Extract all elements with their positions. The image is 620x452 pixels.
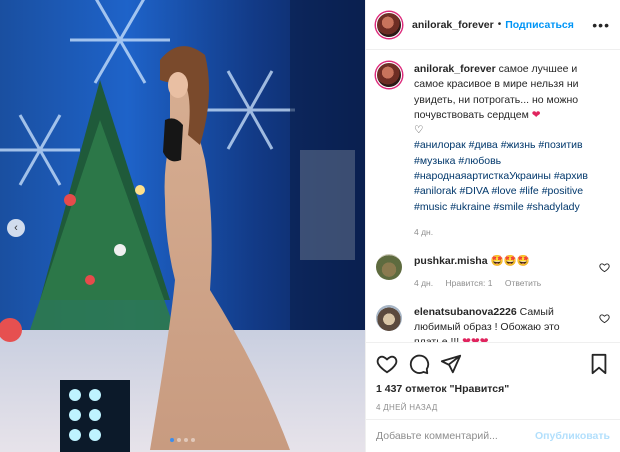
caption-username[interactable]: anilorak_forever — [414, 63, 496, 75]
comment-username[interactable]: elenatsubanova2226 — [414, 306, 517, 318]
hashtags: #анилорак #дива #жизнь #позитив #музыка … — [414, 139, 588, 212]
avatar[interactable] — [376, 11, 402, 38]
hashtag-link[interactable]: #music — [414, 201, 447, 213]
chevron-left-icon: ‹ — [14, 221, 18, 234]
hashtag-link[interactable]: #жизнь — [501, 139, 536, 151]
heart-icon[interactable] — [599, 313, 610, 324]
header-username[interactable]: anilorak_forever — [412, 19, 494, 31]
avatar[interactable] — [376, 304, 402, 331]
comment-item: pushkar.misha 🤩🤩🤩 4 дн. Нравится: 1 Отве… — [376, 254, 610, 291]
hashtag-link[interactable]: #smile — [493, 201, 523, 213]
share-icon[interactable] — [440, 353, 462, 375]
post-photo[interactable]: ‹ — [0, 0, 365, 452]
like-icon[interactable] — [376, 353, 398, 375]
likes-count[interactable]: 1 437 отметок "Нравится" — [376, 383, 610, 395]
hashtag-link[interactable]: #позитив — [538, 139, 582, 151]
hashtag-link[interactable]: #positive — [542, 185, 583, 197]
hashtag-link[interactable]: #дива — [469, 139, 498, 151]
carousel-dot — [170, 438, 174, 442]
heart-emoji: ❤ — [531, 108, 541, 121]
hashtag-link[interactable]: #shadylady — [527, 201, 580, 213]
bookmark-icon[interactable] — [588, 353, 610, 375]
post-details: anilorak_forever • Подписаться ••• anilo… — [365, 0, 620, 452]
header-separator: • — [497, 19, 502, 30]
carousel-dot — [184, 438, 188, 442]
comment-item: elenatsubanova2226 Самый любимый образ !… — [376, 304, 610, 342]
caption-line2: ♡ — [414, 124, 424, 137]
comment-username[interactable]: pushkar.misha — [414, 255, 488, 267]
post-date[interactable]: 4 ДНЕЙ НАЗАД — [376, 403, 610, 412]
caption-row: anilorak_forever самое лучшее и самое кр… — [376, 62, 610, 240]
comments-list[interactable]: anilorak_forever самое лучшее и самое кр… — [366, 50, 620, 342]
photo-image — [0, 0, 365, 452]
comment-icon[interactable] — [408, 353, 430, 375]
more-icon[interactable]: ••• — [592, 17, 610, 33]
hashtag-link[interactable]: #anilorak — [414, 185, 457, 197]
reply-button[interactable]: Ответить — [505, 278, 541, 288]
comment-likes[interactable]: Нравится: 1 — [445, 278, 492, 288]
hashtag-link[interactable]: #ukraine — [450, 201, 490, 213]
comment-input[interactable] — [376, 430, 536, 442]
avatar[interactable] — [376, 62, 402, 88]
hashtag-link[interactable]: #DIVA — [460, 185, 489, 197]
comment-time[interactable]: 4 дн. — [414, 278, 433, 288]
post-comment-button[interactable]: Опубликовать — [535, 430, 610, 442]
caption-time[interactable]: 4 дн. — [414, 227, 433, 237]
hashtag-link[interactable]: #музыка — [414, 155, 455, 167]
carousel-dots — [0, 438, 365, 442]
hashtag-link[interactable]: #love — [491, 185, 516, 197]
add-comment-bar: Опубликовать — [366, 419, 620, 452]
heart-icon[interactable] — [599, 262, 610, 273]
hashtag-link[interactable]: #любовь — [458, 155, 501, 167]
carousel-prev-button[interactable]: ‹ — [7, 219, 25, 237]
hashtag-link[interactable]: #анилорак — [414, 139, 466, 151]
hashtag-link[interactable]: #life — [520, 185, 539, 197]
actions-bar: 1 437 отметок "Нравится" 4 ДНЕЙ НАЗАД — [366, 342, 620, 412]
comment-text: 🤩🤩🤩 — [490, 255, 530, 268]
carousel-dot — [177, 438, 181, 442]
hashtag-link[interactable]: #архив — [554, 170, 588, 182]
instagram-post: ‹ anilorak_forever • Подписаться ••• ani… — [0, 0, 620, 452]
follow-button[interactable]: Подписаться — [505, 19, 574, 31]
carousel-dot — [191, 438, 195, 442]
avatar[interactable] — [376, 254, 402, 281]
post-header: anilorak_forever • Подписаться ••• — [366, 0, 620, 50]
hashtag-link[interactable]: #народнаяартисткаУкраины — [414, 170, 551, 182]
